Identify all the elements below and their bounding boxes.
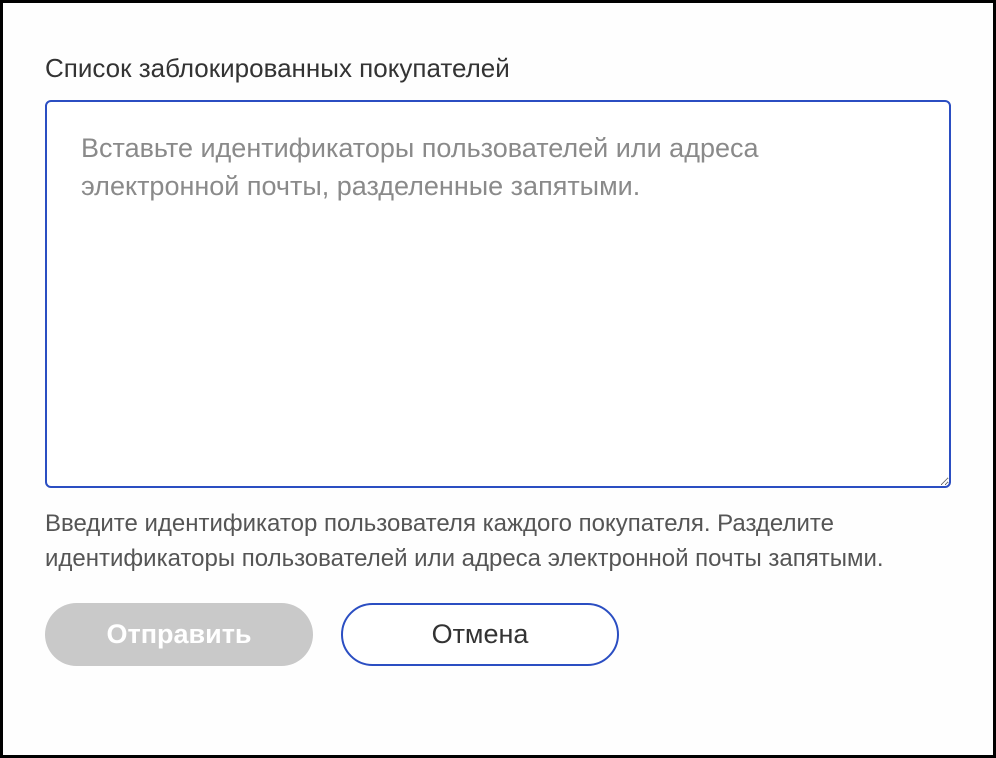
blocked-buyers-textarea[interactable] [45,100,951,488]
form-label: Список заблокированных покупателей [45,53,951,84]
button-row: Отправить Отмена [45,603,951,666]
helper-text: Введите идентификатор пользователя каждо… [45,507,951,577]
cancel-button[interactable]: Отмена [341,603,619,666]
submit-button[interactable]: Отправить [45,603,313,666]
blocked-buyers-form: Список заблокированных покупателей Введи… [0,0,996,758]
